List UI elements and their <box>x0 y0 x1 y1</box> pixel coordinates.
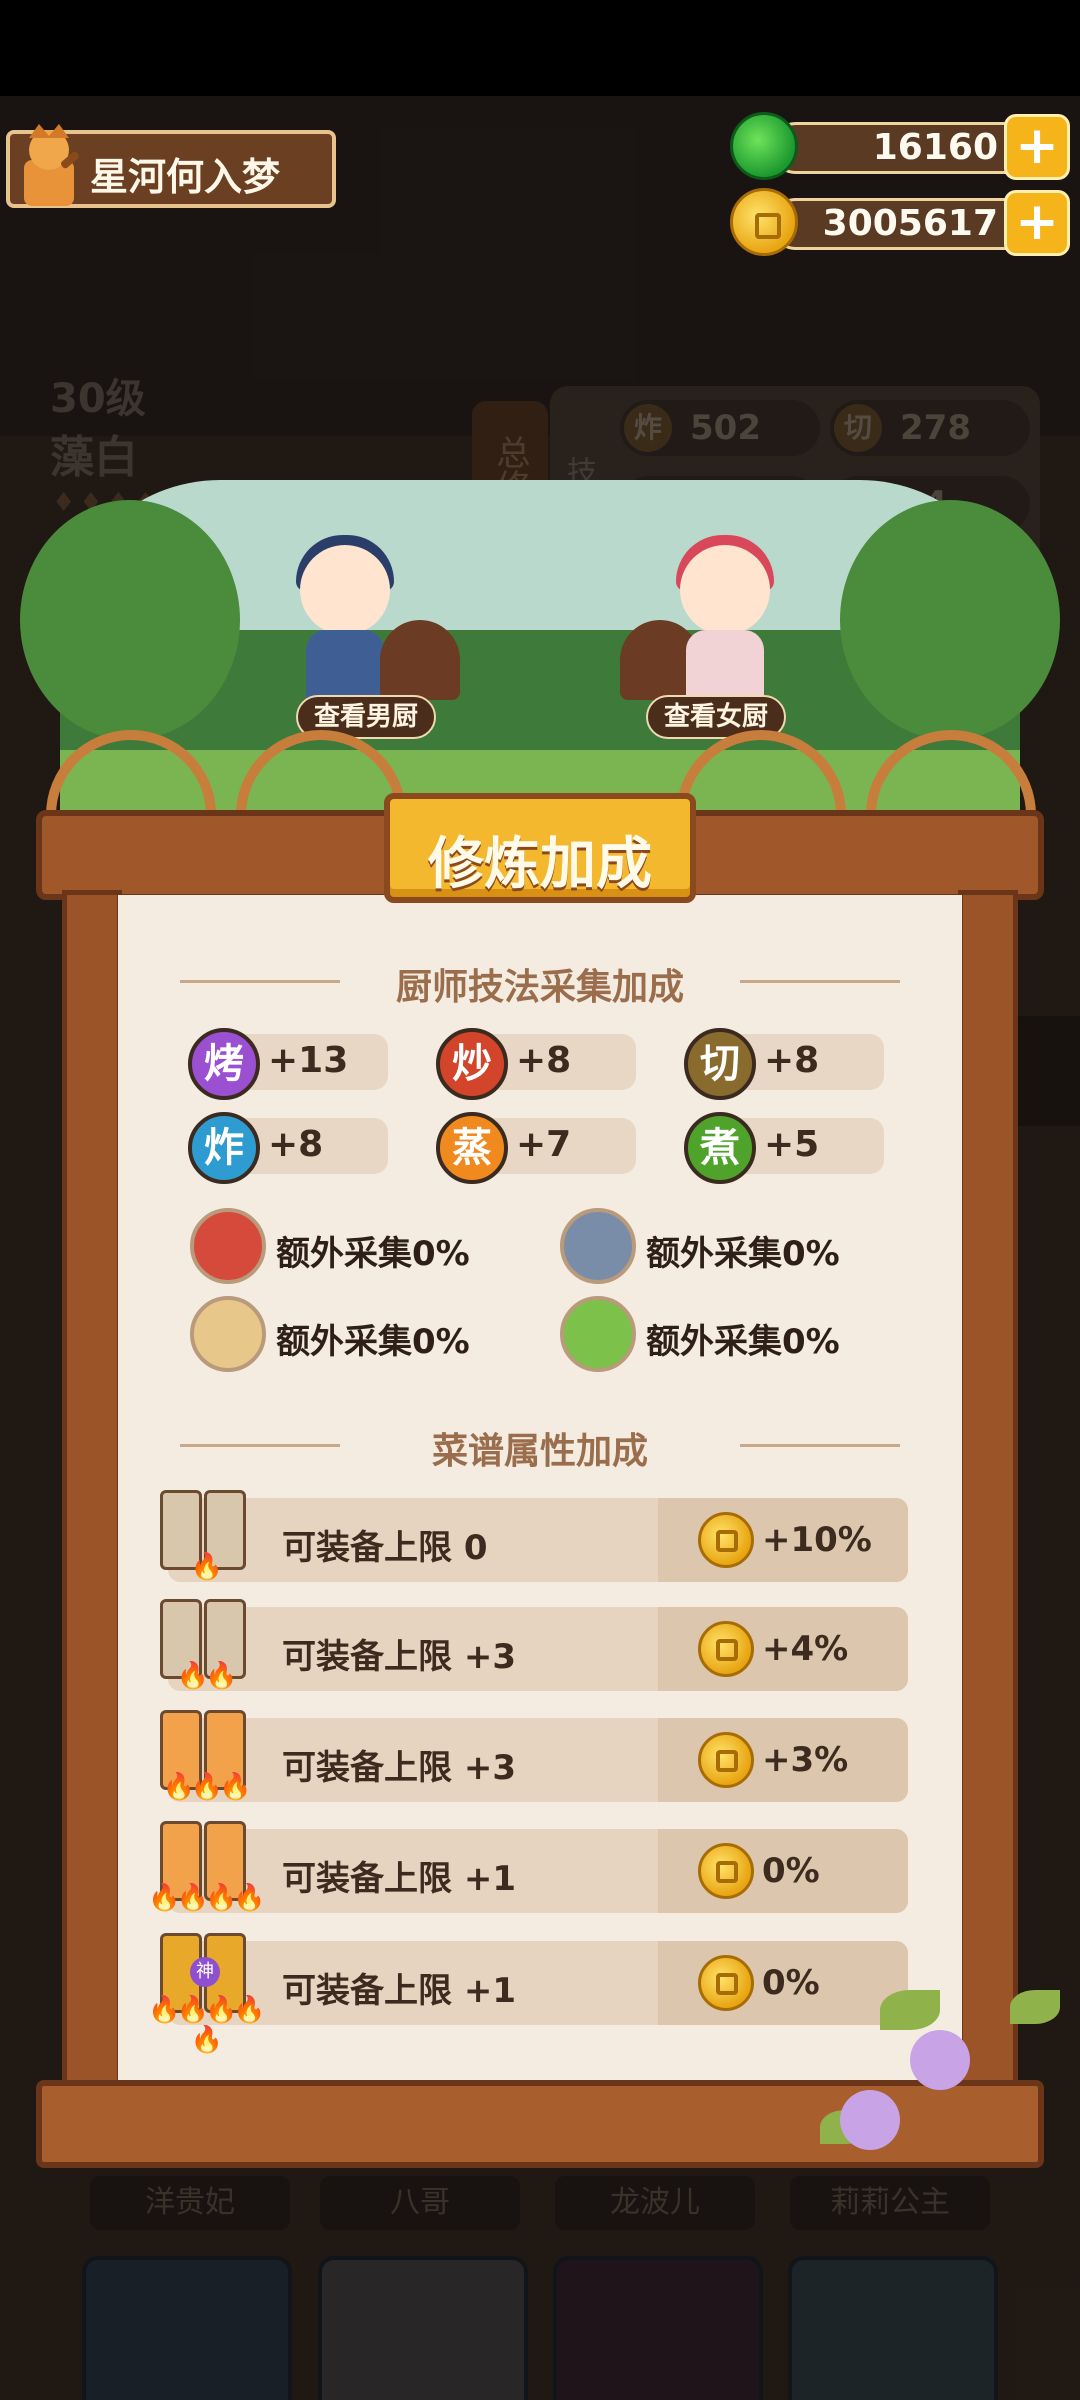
boil-skill-icon: 煮 <box>684 1112 756 1184</box>
recipe-label: 可装备上限 +3 <box>282 1748 516 1788</box>
recipe-book-icon: 🔥🔥🔥 <box>160 1710 252 1806</box>
skill-bonus-fry: 炸 +8 <box>188 1112 388 1184</box>
add-coins-button[interactable]: + <box>1004 190 1070 256</box>
gather-text: 额外采集0% <box>646 1234 840 1274</box>
board-right-post <box>958 890 1018 2090</box>
cut-skill-icon: 切 <box>684 1028 756 1100</box>
skill-value: +7 <box>516 1124 572 1165</box>
recipe-bonus-value: 0% <box>762 1851 820 1891</box>
board-left-post <box>62 890 122 2090</box>
fry-skill-icon: 炸 <box>188 1112 260 1184</box>
skill-bonus-roast: 烤 +13 <box>188 1028 388 1100</box>
flower-icon <box>910 2030 970 2090</box>
gold-coin-icon <box>698 1955 754 2011</box>
fire-rating-icon: 🔥 <box>190 1552 223 1582</box>
recipe-bonus-value: 0% <box>762 1963 820 2003</box>
recipe-book-icon: 🔥🔥🔥🔥 <box>148 1821 266 1917</box>
tree-icon <box>840 500 1060 740</box>
flour-icon <box>190 1296 266 1372</box>
chef-avatar-icon <box>24 124 80 206</box>
recipe-book-icon: 🔥 <box>160 1490 250 1586</box>
section-chef-skill-title: 厨师技法采集加成 <box>120 958 960 1010</box>
coin-counter: 3005617 + <box>730 188 1070 256</box>
section-recipe-title: 菜谱属性加成 <box>120 1422 960 1474</box>
wheel-arch <box>236 730 406 820</box>
skill-bonus-stirfry: 炒 +8 <box>436 1028 636 1100</box>
fire-rating-icon: 🔥🔥 <box>176 1661 238 1691</box>
gather-text: 额外采集0% <box>276 1322 470 1362</box>
recipe-label: 可装备上限 +3 <box>282 1637 516 1677</box>
skill-value: +13 <box>268 1040 349 1081</box>
gold-coin-icon <box>698 1732 754 1788</box>
vegetable-icon <box>560 1296 636 1372</box>
recipe-bonus-value: +10% <box>762 1520 872 1560</box>
recipe-bonus-row: 🔥 可装备上限 0 +10% <box>160 1490 908 1582</box>
recipe-label: 可装备上限 0 <box>282 1528 488 1568</box>
chef-head <box>300 545 390 635</box>
recipe-bonus-row: 🔥🔥🔥🔥 可装备上限 +1 0% <box>148 1821 908 1913</box>
gold-coin-icon <box>698 1621 754 1677</box>
tree-icon <box>20 500 240 740</box>
skill-bonus-cut: 切 +8 <box>684 1028 884 1100</box>
recipe-bonus-value: +3% <box>762 1740 849 1780</box>
recipe-label: 可装备上限 +1 <box>282 1859 516 1899</box>
recipe-bonus-row: 🔥🔥 可装备上限 +3 +4% <box>160 1599 908 1691</box>
skill-value: +8 <box>516 1040 572 1081</box>
gold-coin-icon <box>698 1512 754 1568</box>
skill-value: +8 <box>764 1040 820 1081</box>
gem-amount: 16160 <box>872 127 998 168</box>
skill-bonus-boil: 煮 +5 <box>684 1112 884 1184</box>
panel-title-plate: 修炼加成 <box>384 793 696 903</box>
recipe-label: 可装备上限 +1 <box>282 1971 516 2011</box>
flower-icon <box>840 2090 900 2150</box>
status-bar <box>0 0 1080 96</box>
chef-head <box>680 545 770 635</box>
recipe-bonus-row: 神 🔥🔥🔥🔥🔥 可装备上限 +1 0% <box>148 1933 908 2055</box>
wooden-horse-icon <box>380 620 460 700</box>
skill-value: +5 <box>764 1124 820 1165</box>
add-gems-button[interactable]: + <box>1004 114 1070 180</box>
recipe-bonus-value: +4% <box>762 1629 849 1669</box>
meat-icon <box>190 1208 266 1284</box>
fire-rating-icon: 🔥🔥🔥 <box>162 1772 251 1802</box>
gather-text: 额外采集0% <box>276 1234 470 1274</box>
roast-skill-icon: 烤 <box>188 1028 260 1100</box>
divine-tag-icon: 神 <box>190 1957 220 1987</box>
wheel-arch <box>46 730 216 820</box>
steam-skill-icon: 蒸 <box>436 1112 508 1184</box>
panel-title: 修炼加成 <box>428 832 652 897</box>
jade-gem-icon <box>730 112 798 180</box>
recipe-bonus-row: 🔥🔥🔥 可装备上限 +3 +3% <box>160 1710 908 1802</box>
gold-coin-icon <box>698 1843 754 1899</box>
recipe-book-icon: 🔥🔥 <box>160 1599 250 1695</box>
recipe-book-icon: 神 🔥🔥🔥🔥🔥 <box>148 1933 266 2055</box>
wheel-arch <box>676 730 846 820</box>
skill-bonus-steam: 蒸 +7 <box>436 1112 636 1184</box>
stirfry-skill-icon: 炒 <box>436 1028 508 1100</box>
gold-coin-icon <box>730 188 798 256</box>
player-name: 星河何入梦 <box>90 155 281 199</box>
fire-rating-icon: 🔥🔥🔥🔥🔥 <box>148 1995 266 2055</box>
gather-text: 额外采集0% <box>646 1322 840 1362</box>
gem-counter: 16160 + <box>730 112 1070 180</box>
female-chef-figure[interactable] <box>670 525 780 715</box>
fish-icon <box>560 1208 636 1284</box>
wheel-arch <box>866 730 1036 820</box>
coin-amount: 3005617 <box>822 203 998 244</box>
fire-rating-icon: 🔥🔥🔥🔥 <box>148 1883 266 1913</box>
player-name-badge[interactable]: 星河何入梦 <box>6 124 336 208</box>
skill-value: +8 <box>268 1124 324 1165</box>
